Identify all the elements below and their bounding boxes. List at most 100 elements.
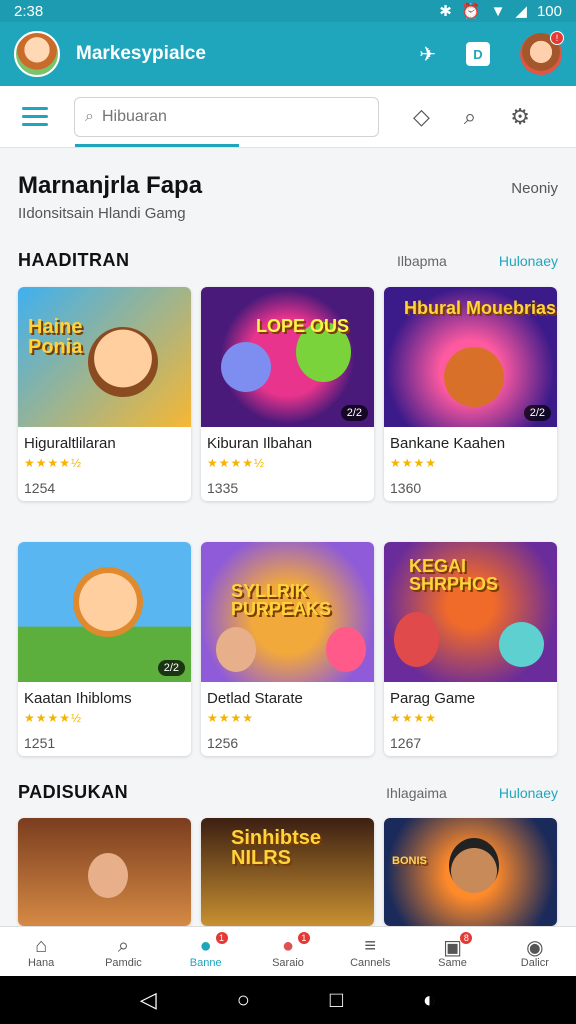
game-name: Kaatan Ihibloms — [24, 690, 132, 707]
nav-label: Pamdic — [105, 956, 142, 969]
nav-item-notifications[interactable]: ▣ 8 Same — [411, 927, 493, 976]
search-toolbar-icon[interactable]: ⌕ — [464, 104, 476, 130]
section-meta: Ihlagaima — [386, 784, 447, 801]
character-face — [394, 612, 439, 667]
game-card[interactable]: KEGAI SHRPHOS Parag Game ★★★★ 1267 — [384, 542, 557, 756]
bottom-nav: ⌂ Hana ⌕ Pamdic ● 1 Banne ● 1 Saraio ≡ C… — [0, 926, 576, 976]
game-thumbnail: Hbural Mouebrias 2/2 — [384, 287, 557, 427]
search-box[interactable]: ⌕ — [74, 96, 379, 147]
wifi-icon: ▼ — [490, 2, 506, 20]
nav-label: Banne — [189, 956, 222, 969]
player-count-pill: 2/2 — [523, 405, 551, 421]
game-thumbnail: Haine Ponia — [18, 287, 191, 427]
section-header-3: PADISUKAN Ihlagaima Hulonaey — [18, 782, 558, 803]
list-icon: ≡ — [364, 934, 377, 957]
rating-count: 1256 — [207, 735, 239, 751]
status-time: 2:38 — [14, 2, 44, 20]
rating-stars: ★★★★½ — [24, 456, 83, 470]
game-art-title: Sinhibtse NILRS — [231, 827, 322, 869]
rating-count: 1267 — [390, 735, 422, 751]
settings-gear-icon[interactable]: ⚙ — [510, 104, 530, 130]
status-icons: ✱ ⏰ ▼ ◢ 100 — [439, 2, 562, 21]
section-see-all-link[interactable]: Hulonaey — [499, 785, 558, 801]
game-grid-2: 2/2 Kaatan Ihibloms ★★★★½ 1251 SYLLRIK P… — [18, 542, 557, 756]
recents-icon[interactable]: □ — [330, 987, 343, 1013]
game-thumbnail — [18, 818, 191, 926]
header-square-button[interactable]: D — [466, 42, 490, 66]
game-card[interactable]: SYLLRIK PURPEAKS Detlad Starate ★★★★ 125… — [201, 542, 374, 756]
game-thumbnail: KEGAI SHRPHOS — [384, 542, 557, 682]
app-logo-avatar[interactable] — [14, 31, 60, 77]
nav-item-chat[interactable]: ● 1 Saraio — [247, 927, 329, 976]
section-title: PADISUKAN — [18, 782, 129, 802]
search-icon: ⌕ — [85, 107, 94, 125]
game-art-title: KEGAI SHRPHOS — [409, 556, 499, 594]
game-card[interactable]: BONIS — [384, 818, 557, 926]
nav-item-search[interactable]: ⌕ Pamdic — [82, 927, 164, 976]
character-face — [449, 838, 499, 893]
game-thumbnail: Sinhibtse NILRS — [201, 818, 374, 926]
alarm-icon: ⏰ — [461, 3, 481, 20]
game-name: Parag Game — [390, 690, 476, 707]
game-card[interactable]: Sinhibtse NILRS — [201, 818, 374, 926]
section-header-1: HAADITRAN Ilbapma Hulonaey — [18, 250, 558, 271]
nearby-link[interactable]: Neoniy — [511, 180, 558, 197]
game-card[interactable]: 2/2 Kaatan Ihibloms ★★★★½ 1251 — [18, 542, 191, 756]
game-card[interactable]: Haine Ponia Higuraltlilaran ★★★★½ 1254 — [18, 287, 191, 501]
rating-count: 1254 — [24, 480, 56, 496]
notification-bell-icon[interactable]: ◇ — [413, 104, 430, 130]
menu-icon[interactable] — [22, 107, 48, 126]
airplane-icon[interactable]: ✈ — [419, 42, 436, 67]
game-name: Kiburan Ilbahan — [207, 435, 313, 452]
nav-badge: 1 — [214, 931, 229, 945]
rating-count: 1360 — [390, 480, 422, 496]
search-underline — [75, 143, 239, 147]
nav-item-profile[interactable]: ◉ Dalicr — [494, 927, 576, 976]
assistant-icon[interactable]: ◐ — [423, 987, 436, 1013]
section-meta: Ilbapma — [397, 252, 447, 269]
game-thumbnail: BONIS — [384, 818, 557, 926]
nav-label: Saraio — [272, 956, 304, 969]
rating-stars: ★★★★½ — [207, 456, 266, 470]
battery-level: 100 — [536, 2, 562, 20]
nav-badge: 1 — [296, 931, 311, 945]
player-count-pill: 2/2 — [157, 660, 185, 676]
search-input[interactable] — [101, 107, 342, 126]
character-face — [326, 627, 366, 672]
game-icon: ● — [199, 934, 212, 957]
nav-badge: 8 — [459, 931, 474, 945]
player-count-pill: 2/2 — [340, 405, 368, 421]
game-card[interactable]: Hbural Mouebrias 2/2 Bankane Kaahen ★★★★… — [384, 287, 557, 501]
chat-icon: ● — [281, 934, 295, 957]
bluetooth-icon: ✱ — [439, 3, 452, 20]
home-icon: ⌂ — [35, 934, 48, 957]
rating-count: 1251 — [24, 735, 56, 751]
character-face — [444, 347, 504, 407]
nav-item-channels[interactable]: ≡ Cannels — [329, 927, 411, 976]
nav-item-home[interactable]: ⌂ Hana — [0, 927, 82, 976]
game-thumbnail: SYLLRIK PURPEAKS — [201, 542, 374, 682]
nav-label: Dalicr — [520, 956, 549, 969]
character-face — [499, 622, 544, 667]
app-title: Markesypialce — [76, 43, 206, 64]
character-face — [88, 853, 128, 898]
search-icon: ⌕ — [117, 934, 130, 957]
section-see-all-link[interactable]: Hulonaey — [499, 253, 558, 269]
back-icon[interactable]: ◁ — [140, 987, 157, 1013]
nav-label: Cannels — [350, 956, 391, 969]
nav-item-games[interactable]: ● 1 Banne — [165, 927, 247, 976]
user-avatar[interactable]: ! — [520, 31, 564, 75]
game-thumbnail: LOPE OUS 2/2 — [201, 287, 374, 427]
game-art-title: LOPE OUS — [256, 316, 350, 336]
rating-stars: ★★★★ — [390, 711, 438, 725]
profile-icon: ◉ — [526, 936, 544, 959]
game-card[interactable]: LOPE OUS 2/2 Kiburan Ilbahan ★★★★½ 1335 — [201, 287, 374, 501]
character-face — [216, 627, 256, 672]
home-circle-icon[interactable]: ○ — [237, 987, 250, 1013]
game-name: Bankane Kaahen — [390, 435, 506, 452]
game-card[interactable] — [18, 818, 191, 926]
game-art-title: Haine Ponia — [28, 316, 83, 358]
character-face — [73, 567, 143, 637]
system-nav-bar: ◁ ○ □ ◐ — [0, 976, 576, 1024]
game-grid-1: Haine Ponia Higuraltlilaran ★★★★½ 1254 L… — [18, 287, 557, 501]
